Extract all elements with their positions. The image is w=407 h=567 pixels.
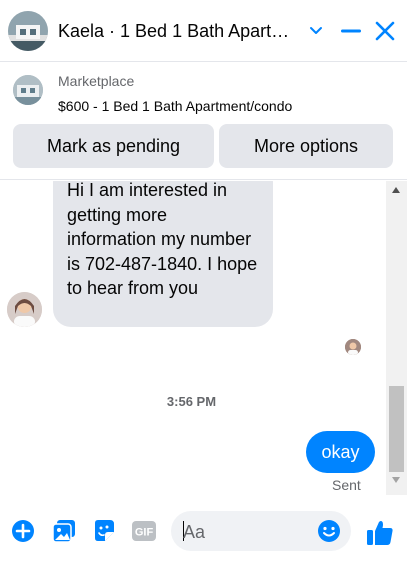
sender-avatar[interactable] <box>7 292 42 327</box>
message-composer: GIF <box>0 495 407 567</box>
message-scrollbar[interactable] <box>386 181 407 495</box>
read-receipt-avatar <box>345 339 361 355</box>
minimize-icon[interactable] <box>337 17 365 45</box>
more-options-button[interactable]: More options <box>219 124 393 168</box>
chat-title[interactable]: Kaela · 1 Bed 1 Bath Apart… <box>58 21 294 42</box>
thumbs-up-icon[interactable] <box>366 519 394 547</box>
mark-as-pending-button[interactable]: Mark as pending <box>13 124 214 168</box>
close-icon[interactable] <box>371 17 399 45</box>
marketplace-label: Marketplace <box>58 73 135 89</box>
message-input-container[interactable] <box>171 511 351 551</box>
scrollbar-thumb[interactable] <box>389 386 404 472</box>
marketplace-listing-card: Marketplace $600 - 1 Bed 1 Bath Apartmen… <box>0 62 407 180</box>
scroll-up-arrow-icon[interactable] <box>392 187 400 193</box>
sent-status: Sent <box>332 477 361 493</box>
sticker-icon[interactable] <box>92 519 116 543</box>
message-timestamp: 3:56 PM <box>166 394 217 409</box>
message-thread: Hi I am interested in getting more infor… <box>0 181 407 495</box>
emoji-icon[interactable] <box>317 519 341 543</box>
plus-circle-icon[interactable] <box>11 519 35 543</box>
listing-title[interactable]: $600 - 1 Bed 1 Bath Apartment/condo <box>58 98 292 114</box>
scroll-down-arrow-icon[interactable] <box>392 477 400 483</box>
contact-avatar[interactable] <box>8 11 48 51</box>
listing-thumbnail[interactable] <box>13 75 43 105</box>
incoming-message-text: Hi I am interested in getting more infor… <box>67 181 258 299</box>
incoming-message-bubble: Hi I am interested in getting more infor… <box>53 181 273 327</box>
chevron-down-icon[interactable] <box>302 17 330 45</box>
gif-icon[interactable]: GIF <box>132 519 156 543</box>
outgoing-message-bubble: okay <box>306 431 375 473</box>
message-input[interactable] <box>183 520 313 544</box>
chat-header: Kaela · 1 Bed 1 Bath Apart… <box>0 0 407 62</box>
svg-text:GIF: GIF <box>135 527 154 539</box>
photo-icon[interactable] <box>52 519 76 543</box>
